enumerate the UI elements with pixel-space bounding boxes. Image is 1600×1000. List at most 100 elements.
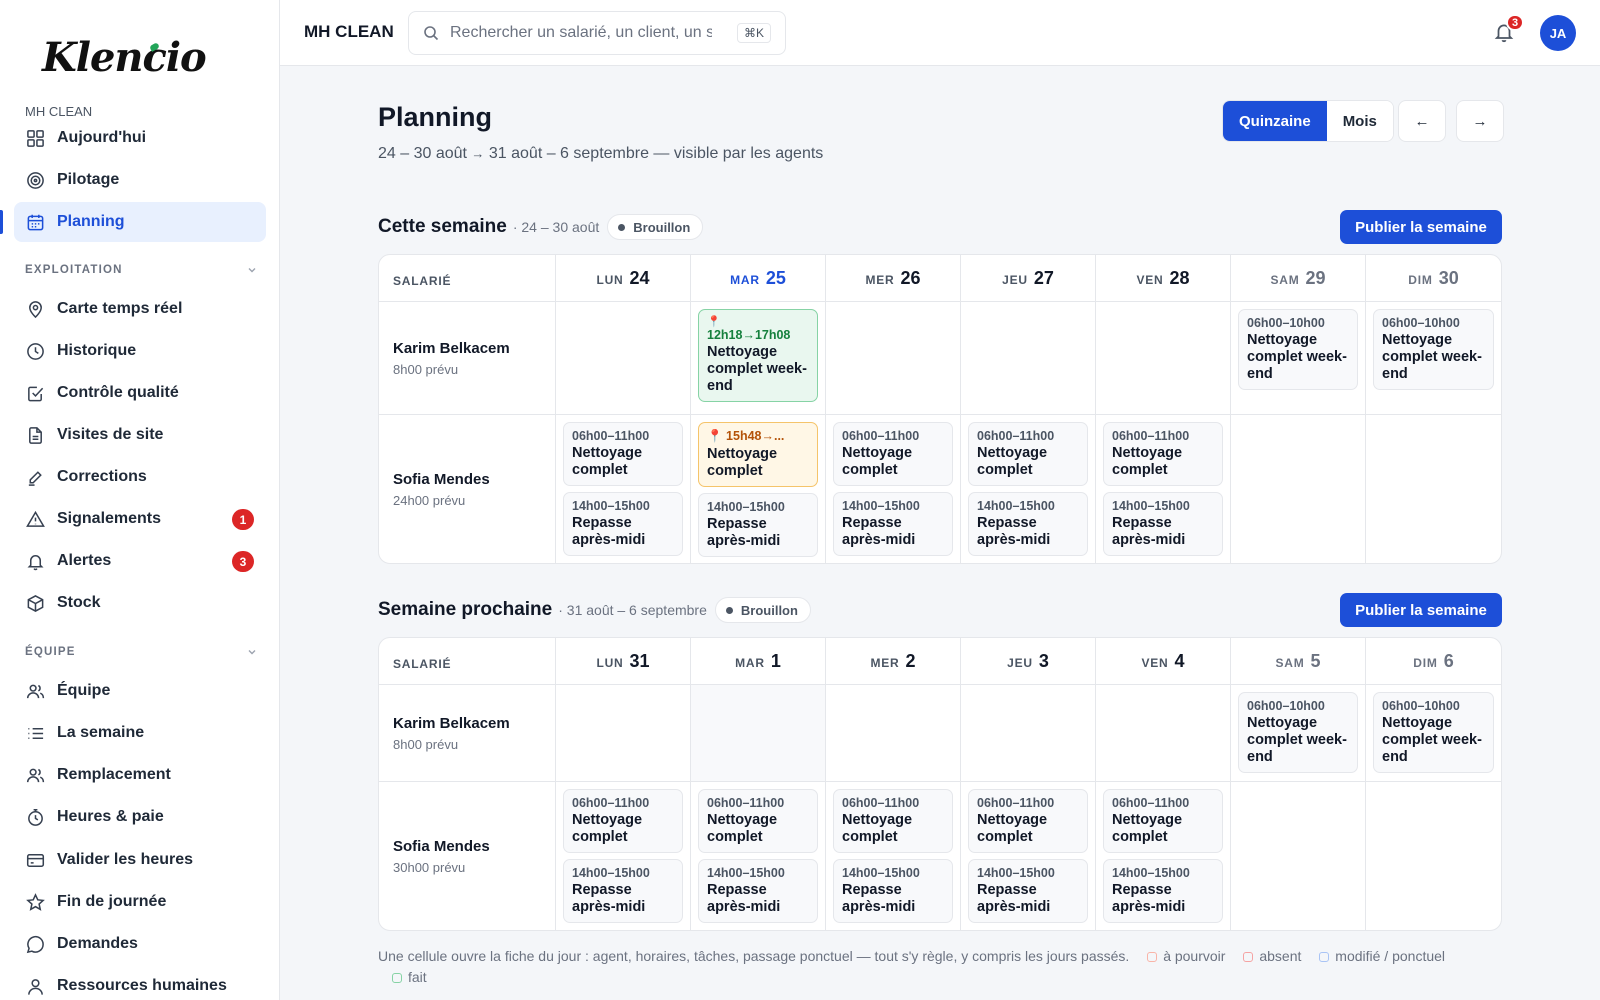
employee-karim-belkacem[interactable]: Karim Belkacem 8h00 prévu [379, 302, 556, 415]
publish-week-button[interactable]: Publier la semaine [1340, 593, 1502, 627]
sidebar-item-demandes[interactable]: Demandes [14, 924, 266, 964]
shift-card[interactable]: 14h00–15h00 Repasse après-midi [833, 492, 953, 556]
sidebar-item-remplacement[interactable]: Remplacement [14, 755, 266, 795]
sidebar-item-stock[interactable]: Stock [14, 583, 266, 623]
shift-card[interactable]: 06h00–11h00 Nettoyage complet [1103, 789, 1223, 853]
day-cell[interactable] [556, 685, 691, 782]
shift-card[interactable]: 06h00–11h00 Nettoyage complet [563, 789, 683, 853]
day-cell[interactable] [1096, 685, 1231, 782]
day-cell[interactable]: 📍 12h18→17h08 Nettoyage complet week-end [691, 302, 826, 415]
sidebar-item-controle-qualite[interactable]: Contrôle qualité [14, 373, 266, 413]
day-cell[interactable]: 06h00–11h00 Nettoyage complet 14h00–15h00… [826, 782, 961, 930]
day-cell[interactable] [826, 302, 961, 415]
day-cell[interactable] [1231, 782, 1366, 930]
shift-card[interactable]: 06h00–11h00 Nettoyage complet [968, 422, 1088, 486]
sidebar-item-label: Visites de site [57, 426, 164, 443]
publish-week-button[interactable]: Publier la semaine [1340, 210, 1502, 244]
sidebar-item-valider-les-heures[interactable]: Valider les heures [14, 840, 266, 880]
shift-card[interactable]: 14h00–15h00 Repasse après-midi [1103, 492, 1223, 556]
day-cell[interactable]: 06h00–10h00 Nettoyage complet week-end [1366, 302, 1501, 415]
day-cell[interactable] [691, 685, 826, 782]
prev-period-button[interactable]: ← [1398, 100, 1446, 142]
sidebar-item-la-semaine[interactable]: La semaine [14, 713, 266, 753]
day-cell[interactable]: 06h00–11h00 Nettoyage complet 14h00–15h00… [556, 415, 691, 563]
shift-card[interactable]: 06h00–10h00 Nettoyage complet week-end [1373, 309, 1494, 390]
shift-card[interactable]: 14h00–15h00 Repasse après-midi [563, 859, 683, 923]
day-cell[interactable]: 06h00–11h00 Nettoyage complet 14h00–15h00… [1096, 782, 1231, 930]
shift-card[interactable]: 06h00–11h00 Nettoyage complet [968, 789, 1088, 853]
shift-card[interactable]: 14h00–15h00 Repasse après-midi [1103, 859, 1223, 923]
search-box[interactable]: ⌘K [408, 11, 786, 55]
day-cell[interactable] [1231, 415, 1366, 563]
sidebar-item-fin-de-journee[interactable]: Fin de journée [14, 882, 266, 922]
legend-swatch-a-pourvoir [1147, 952, 1158, 962]
day-cell[interactable]: 06h00–11h00 Nettoyage complet 14h00–15h00… [961, 415, 1096, 563]
shift-card[interactable]: 06h00–10h00 Nettoyage complet week-end [1238, 309, 1358, 390]
employee-karim-belkacem[interactable]: Karim Belkacem 8h00 prévu [379, 685, 556, 782]
klencio-logo[interactable]: Klencio [42, 34, 207, 81]
sidebar-item-heures-paie[interactable]: Heures & paie [14, 797, 266, 837]
shift-card[interactable]: 14h00–15h00 Repasse après-midi [968, 492, 1088, 556]
day-cell[interactable]: 06h00–11h00 Nettoyage complet 14h00–15h00… [691, 782, 826, 930]
day-cell[interactable] [826, 685, 961, 782]
shift-card[interactable]: 14h00–15h00 Repasse après-midi [698, 493, 818, 557]
sidebar-item-historique[interactable]: Historique [14, 331, 266, 371]
shift-card[interactable]: 14h00–15h00 Repasse après-midi [563, 492, 683, 556]
user-icon [28, 978, 43, 995]
sidebar-item-signalements[interactable]: Signalements 1 [14, 499, 266, 539]
day-cell[interactable] [961, 302, 1096, 415]
shift-card[interactable]: 14h00–15h00 Repasse après-midi [698, 859, 818, 923]
sidebar-item-planning[interactable]: Planning [0, 202, 266, 242]
day-cell[interactable]: 06h00–11h00 Nettoyage complet 14h00–15h00… [961, 782, 1096, 930]
view-toggle: Quinzaine Mois [1222, 100, 1394, 142]
shift-card[interactable]: 06h00–11h00 Nettoyage complet [833, 789, 953, 853]
day-cell[interactable] [1366, 782, 1501, 930]
view-quinzaine-button[interactable]: Quinzaine [1223, 101, 1327, 141]
clock-icon [27, 342, 44, 360]
sidebar-item-label: Aujourd'hui [57, 129, 147, 146]
sidebar-item-label: Corrections [57, 468, 147, 485]
calendar-icon [27, 214, 44, 230]
sidebar: Klencio MH CLEAN Aujourd'hui Pilotage Pl… [0, 0, 280, 1000]
legend-swatch-absent [1243, 952, 1254, 962]
sidebar-item-carte-temps-reel[interactable]: Carte temps réel [14, 289, 266, 329]
sidebar-item-alertes[interactable]: Alertes 3 [14, 541, 266, 581]
sidebar-item-visites-de-site[interactable]: Visites de site [14, 415, 266, 455]
shift-card[interactable]: 06h00–10h00 Nettoyage complet week-end [1373, 692, 1494, 773]
sidebar-item-corrections[interactable]: Corrections [14, 457, 266, 497]
sidebar-item-equipe[interactable]: Équipe [14, 671, 266, 711]
day-cell[interactable]: 06h00–10h00 Nettoyage complet week-end [1231, 685, 1366, 782]
shift-card-in-progress[interactable]: 📍 15h48→... Nettoyage complet [698, 422, 818, 487]
shift-card[interactable]: 06h00–10h00 Nettoyage complet week-end [1238, 692, 1358, 773]
employee-sofia-mendes[interactable]: Sofia Mendes 24h00 prévu [379, 415, 556, 563]
day-cell[interactable] [1096, 302, 1231, 415]
day-cell[interactable] [1366, 415, 1501, 563]
user-avatar[interactable]: JA [1540, 15, 1576, 51]
sidebar-item-pilotage[interactable]: Pilotage [14, 160, 266, 200]
day-cell[interactable]: 06h00–10h00 Nettoyage complet week-end [1231, 302, 1366, 415]
search-input[interactable] [450, 24, 712, 42]
shift-card[interactable]: 06h00–11h00 Nettoyage complet [563, 422, 683, 486]
day-cell[interactable]: 06h00–11h00 Nettoyage complet 14h00–15h00… [556, 782, 691, 930]
shift-card[interactable]: 14h00–15h00 Repasse après-midi [968, 859, 1088, 923]
shift-card[interactable]: 06h00–11h00 Nettoyage complet [698, 789, 818, 853]
sidebar-item-label: Remplacement [57, 766, 171, 783]
section-exploitation[interactable]: EXPLOITATION [25, 264, 257, 276]
day-cell[interactable]: 📍 15h48→... Nettoyage complet 14h00–15h00… [691, 415, 826, 563]
sidebar-item-aujourdhui[interactable]: Aujourd'hui [14, 118, 266, 158]
day-cell[interactable] [961, 685, 1096, 782]
shift-card[interactable]: 06h00–11h00 Nettoyage complet [833, 422, 953, 486]
day-cell[interactable]: 06h00–11h00 Nettoyage complet 14h00–15h00… [826, 415, 961, 563]
day-cell[interactable] [556, 302, 691, 415]
view-mois-button[interactable]: Mois [1326, 101, 1393, 141]
shift-card[interactable]: 06h00–11h00 Nettoyage complet [1103, 422, 1223, 486]
next-period-button[interactable]: → [1456, 100, 1504, 142]
shift-card[interactable]: 14h00–15h00 Repasse après-midi [833, 859, 953, 923]
sidebar-item-ressources-humaines[interactable]: Ressources humaines [14, 966, 266, 1000]
shift-card-done[interactable]: 📍 12h18→17h08 Nettoyage complet week-end [698, 309, 818, 402]
section-equipe[interactable]: ÉQUIPE [25, 646, 257, 658]
employee-sofia-mendes[interactable]: Sofia Mendes 30h00 prévu [379, 782, 556, 930]
day-cell[interactable]: 06h00–11h00 Nettoyage complet 14h00–15h00… [1096, 415, 1231, 563]
day-cell[interactable]: 06h00–10h00 Nettoyage complet week-end [1366, 685, 1501, 782]
sidebar-item-label: Ressources humaines [57, 977, 227, 994]
